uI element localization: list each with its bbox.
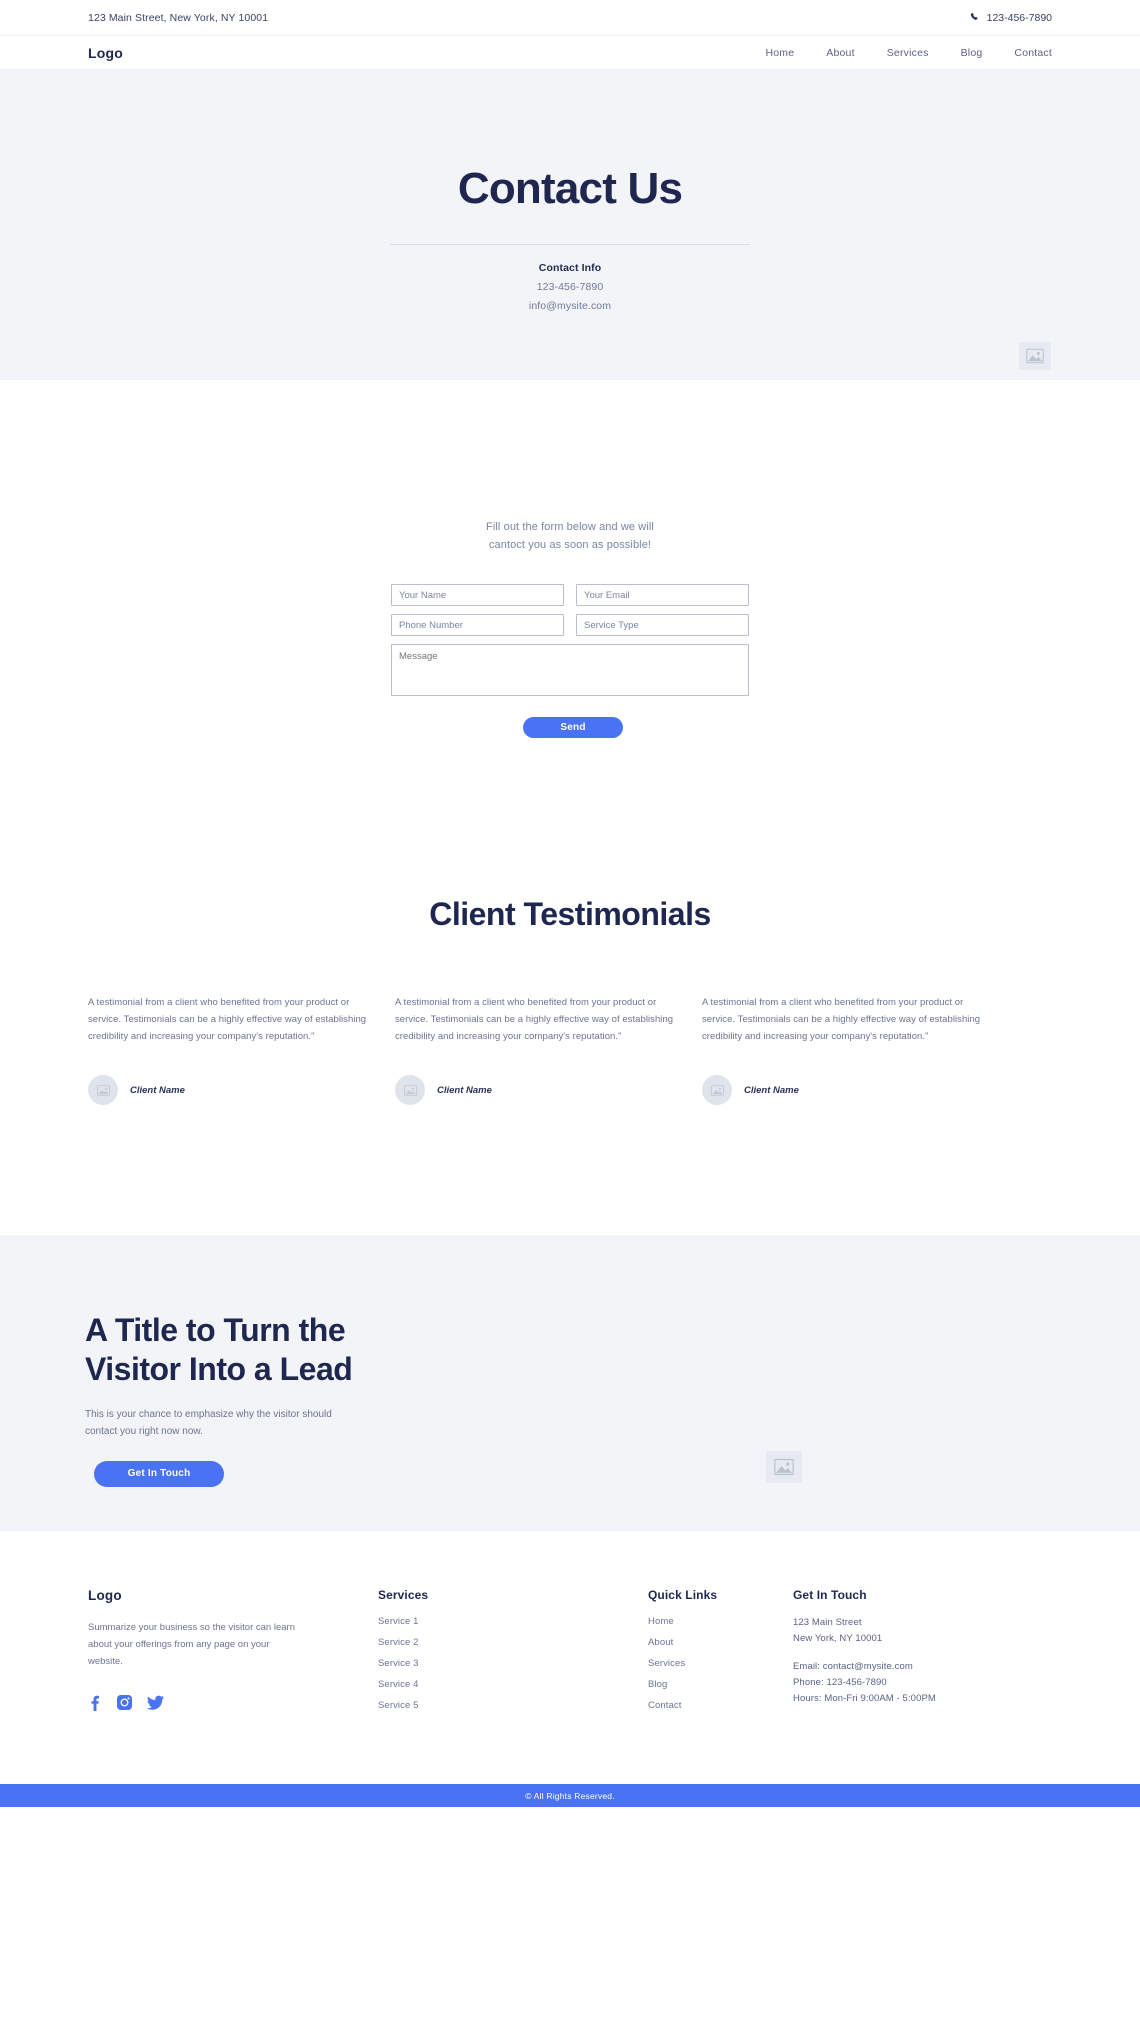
contact-info-block: Contact Info 123-456-7890 info@mysite.co… — [0, 262, 1140, 312]
testimonial-author: Client Name — [88, 1075, 369, 1106]
avatar — [88, 1075, 118, 1106]
footer-hours: Hours: Mon-Fri 9:00AM - 5:00PM — [793, 1692, 936, 1704]
main-navigation: Home About Services Blog Contact — [765, 47, 1052, 59]
avatar — [702, 1075, 732, 1106]
cta-image-placeholder — [766, 1451, 802, 1484]
testimonial-card: A testimonial from a client who benefite… — [395, 995, 676, 1106]
footer-quicklinks-heading: Quick Links — [648, 1588, 718, 1603]
top-bar-address: 123 Main Street, New York, NY 10001 — [88, 11, 269, 24]
footer-link-service-5[interactable]: Service 5 — [378, 1700, 648, 1711]
get-in-touch-button[interactable]: Get In Touch — [94, 1460, 224, 1487]
footer-link-service-1[interactable]: Service 1 — [378, 1616, 648, 1627]
name-input[interactable] — [391, 584, 564, 607]
testimonial-text: A testimonial from a client who benefite… — [702, 997, 981, 1042]
hero-image-placeholder — [1019, 342, 1051, 370]
testimonial-author-name: Client Name — [744, 1084, 799, 1096]
footer-about-text: Summarize your business so the visitor c… — [88, 1622, 295, 1667]
footer-address-line-1: 123 Main Street — [793, 1617, 862, 1629]
instagram-icon[interactable] — [117, 1695, 132, 1715]
footer-contact-details: Email: contact@mysite.com Phone: 123-456… — [793, 1659, 1023, 1707]
footer-link-service-2[interactable]: Service 2 — [378, 1637, 648, 1648]
footer-link-service-4[interactable]: Service 4 — [378, 1679, 648, 1690]
form-row-2 — [391, 614, 749, 637]
cta-section: A Title to Turn the Visitor Into a Lead … — [0, 1235, 1140, 1532]
cta-text: This is your chance to emphasize why the… — [85, 1409, 332, 1438]
footer-brand-column: Logo Summarize your business so the visi… — [88, 1588, 378, 1716]
header-logo[interactable]: Logo — [88, 45, 123, 61]
top-bar: 123 Main Street, New York, NY 10001 123-… — [0, 0, 1140, 36]
testimonials-grid: A testimonial from a client who benefite… — [0, 995, 1140, 1106]
contact-form: Send — [391, 584, 749, 739]
footer-link-services[interactable]: Services — [648, 1658, 793, 1669]
form-intro-line-1: Fill out the form below and we will — [486, 521, 654, 533]
contact-form-section: Fill out the form below and we will cant… — [0, 380, 1140, 825]
phone-icon — [970, 12, 981, 23]
testimonial-text: A testimonial from a client who benefite… — [395, 997, 674, 1042]
message-input[interactable] — [391, 644, 749, 697]
footer-services-column: Services Service 1 Service 2 Service 3 S… — [378, 1588, 648, 1721]
testimonials-title: Client Testimonials — [429, 896, 711, 933]
footer-services-list: Service 1 Service 2 Service 3 Service 4 … — [378, 1616, 648, 1711]
footer-link-about[interactable]: About — [648, 1637, 793, 1648]
hero-divider — [390, 244, 750, 246]
page-title: Contact Us — [457, 164, 683, 213]
service-type-input[interactable] — [576, 614, 749, 637]
phone-input[interactable] — [391, 614, 564, 637]
social-links — [88, 1695, 378, 1716]
nav-item-about[interactable]: About — [826, 47, 854, 59]
footer-link-service-3[interactable]: Service 3 — [378, 1658, 648, 1669]
footer-quicklinks-column: Quick Links Home About Services Blog Con… — [648, 1588, 793, 1721]
avatar — [395, 1075, 425, 1106]
hero-section: Contact Us Contact Info 123-456-7890 inf… — [0, 70, 1140, 380]
footer-email[interactable]: Email: contact@mysite.com — [793, 1659, 1023, 1675]
footer-quicklinks-list: Home About Services Blog Contact — [648, 1616, 793, 1711]
nav-item-services[interactable]: Services — [887, 47, 929, 59]
site-header: Logo Home About Services Blog Contact — [0, 36, 1140, 70]
site-footer: Logo Summarize your business so the visi… — [0, 1531, 1140, 1722]
testimonial-author: Client Name — [702, 1075, 983, 1106]
testimonial-card: A testimonial from a client who benefite… — [702, 995, 983, 1106]
footer-contact-column: Get In Touch 123 Main Street New York, N… — [793, 1588, 1023, 1707]
form-row-1 — [391, 584, 749, 607]
testimonial-author-name: Client Name — [130, 1084, 185, 1096]
footer-link-contact[interactable]: Contact — [648, 1700, 793, 1711]
copyright-text: © All Rights Reserved. — [525, 1790, 615, 1801]
top-bar-phone[interactable]: 123-456-7890 — [970, 12, 1052, 24]
nav-item-blog[interactable]: Blog — [961, 47, 983, 59]
testimonials-section: Client Testimonials A testimonial from a… — [0, 824, 1140, 1236]
contact-info-title: Contact Info — [538, 262, 602, 275]
footer-phone[interactable]: Phone: 123-456-7890 — [793, 1675, 1023, 1691]
contact-info-phone[interactable]: 123-456-7890 — [0, 281, 1140, 293]
footer-contact-heading: Get In Touch — [793, 1588, 867, 1603]
testimonial-text: A testimonial from a client who benefite… — [88, 997, 367, 1042]
twitter-icon[interactable] — [147, 1695, 164, 1715]
copyright-bar: © All Rights Reserved. — [0, 1784, 1140, 1808]
nav-item-home[interactable]: Home — [765, 47, 794, 59]
form-intro: Fill out the form below and we will cant… — [0, 518, 1140, 554]
footer-address-line-2: New York, NY 10001 — [793, 1633, 883, 1645]
testimonial-card: A testimonial from a client who benefite… — [88, 995, 369, 1106]
footer-link-blog[interactable]: Blog — [648, 1679, 793, 1690]
contact-info-email[interactable]: info@mysite.com — [0, 300, 1140, 312]
nav-item-contact[interactable]: Contact — [1014, 47, 1052, 59]
form-intro-line-2: cantoct you as soon as possible! — [488, 539, 652, 552]
send-button-row: Send — [391, 717, 749, 739]
cta-title: A Title to Turn the Visitor Into a Lead — [85, 1312, 353, 1388]
send-button[interactable]: Send — [523, 717, 623, 739]
testimonial-author-name: Client Name — [437, 1084, 492, 1096]
footer-services-heading: Services — [378, 1588, 429, 1603]
footer-logo[interactable]: Logo — [88, 1588, 378, 1603]
email-input[interactable] — [576, 584, 749, 607]
facebook-icon[interactable] — [88, 1695, 102, 1716]
top-bar-phone-text: 123-456-7890 — [986, 11, 1052, 24]
footer-link-home[interactable]: Home — [648, 1616, 793, 1627]
testimonial-author: Client Name — [395, 1075, 676, 1106]
footer-address-block: 123 Main Street New York, NY 10001 — [793, 1615, 1023, 1647]
